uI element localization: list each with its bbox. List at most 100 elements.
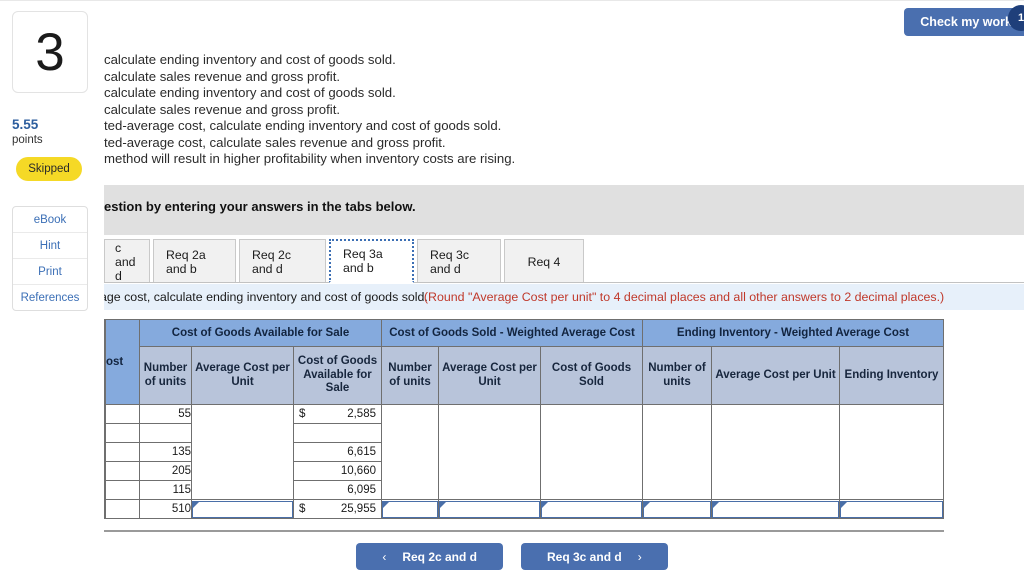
input-cell-avg-cost-total[interactable] — [191, 499, 294, 519]
cell-cogafs: 6,095 — [293, 480, 382, 500]
cell-cogafs: 6,615 — [293, 442, 382, 462]
table-sub-header-row: Number of units Average Cost per Unit Co… — [106, 346, 944, 405]
requirement-list: calculate ending inventory and cost of g… — [104, 52, 904, 168]
cogs-units-input[interactable] — [382, 500, 438, 518]
subheader-average-cost-per-unit-1: Average Cost per Unit — [191, 346, 294, 405]
tab-req-3a-and-b[interactable]: Req 3a and b — [329, 239, 414, 283]
cell-cogafs-value: 6,615 — [347, 446, 376, 458]
input-cell-ei-total[interactable] — [839, 499, 944, 519]
status-badge: Skipped — [16, 157, 82, 181]
tool-ebook[interactable]: eBook — [13, 207, 87, 233]
cell-avg-cost — [191, 404, 294, 500]
avg-cost-input[interactable] — [192, 500, 293, 518]
input-cell-cogs-units[interactable] — [381, 499, 439, 519]
row-label-cell — [105, 480, 140, 500]
cell-units: 115 — [139, 480, 192, 500]
cell-cogafs — [293, 423, 382, 443]
row-label-cell — [105, 404, 140, 424]
cell-cogafs: $ 2,585 — [293, 404, 382, 424]
cell-units: 55 — [139, 404, 192, 424]
dollar-sign: $ — [299, 407, 306, 420]
cell-cogafs-value: 2,585 — [347, 408, 376, 420]
tab-label: Req 3c and d — [430, 247, 469, 276]
tab-req-3c-and-d[interactable]: Req 3c and d — [417, 239, 501, 283]
table-row: 55 $ 2,585 — [105, 404, 944, 500]
cell-units: 135 — [139, 442, 192, 462]
check-my-work-button[interactable]: Check my work 1 — [904, 5, 1024, 36]
table-bottom-shadow — [104, 530, 944, 532]
active-requirement-text: age cost, calculate ending inventory and… — [104, 290, 428, 304]
requirement-line: calculate sales revenue and gross profit… — [104, 101, 341, 117]
prev-tab-button[interactable]: ‹ Req 2c and d — [356, 543, 503, 570]
top-divider — [0, 0, 1024, 1]
question-number: 3 — [35, 22, 65, 82]
input-cell-ei-units[interactable] — [642, 499, 712, 519]
total-units: 510 — [139, 499, 192, 519]
tool-hint[interactable]: Hint — [13, 233, 87, 259]
chevron-left-icon: ‹ — [382, 549, 387, 564]
cell-ei-units — [642, 404, 712, 500]
subheader-number-of-units-3: Number of units — [642, 346, 712, 405]
prev-tab-label: Req 2c and d — [402, 549, 477, 564]
group-header-ending-inventory: Ending Inventory - Weighted Average Cost — [642, 319, 944, 347]
cell-ei-total — [839, 404, 944, 500]
check-my-work-label: Check my work — [920, 15, 1012, 29]
table-group-header-row: ost Cost of Goods Available for Sale Cos… — [105, 319, 944, 405]
tab-strip: c and d Req 2a and b Req 2c and d Req 3a… — [104, 239, 587, 283]
requirement-line: calculate ending inventory and cost of g… — [104, 52, 396, 67]
points-value: 5.55 — [12, 117, 39, 132]
table-corner-header: ost — [105, 319, 140, 405]
cell-ei-avg — [711, 404, 840, 500]
cell-units — [139, 423, 192, 443]
cell-cogafs: 10,660 — [293, 461, 382, 481]
cell-cogs-units — [381, 404, 439, 500]
question-number-box: 3 — [12, 11, 88, 93]
requirement-line: calculate sales revenue and gross profit… — [104, 68, 341, 84]
cell-cogafs-value: 6,095 — [347, 484, 376, 496]
rounding-hint: (Round "Average Cost per unit" to 4 deci… — [423, 290, 945, 304]
requirement-line: ted-average cost, calculate sales revenu… — [104, 134, 446, 150]
tab-label: Req 2c and d — [252, 247, 291, 276]
tool-hint-label: Hint — [39, 239, 61, 252]
group-header-cogafs: Cost of Goods Available for Sale — [139, 319, 382, 347]
requirement-line: method will result in higher profitabili… — [104, 151, 516, 166]
row-label-cell — [105, 461, 140, 481]
chevron-right-icon: › — [637, 549, 642, 564]
input-cell-cogs-total[interactable] — [540, 499, 643, 519]
input-cell-ei-avg[interactable] — [711, 499, 840, 519]
status-badge-label: Skipped — [28, 163, 70, 175]
answer-table: ost Cost of Goods Available for Sale Cos… — [105, 319, 944, 519]
cell-cogafs-value: 10,660 — [340, 465, 376, 477]
cogs-avg-input[interactable] — [439, 500, 540, 518]
subheader-ending-inventory: Ending Inventory — [839, 346, 944, 405]
tool-references[interactable]: References — [13, 285, 87, 310]
tab-req-4[interactable]: Req 4 — [504, 239, 584, 283]
row-label-cell — [105, 442, 140, 462]
row-label-cell — [105, 423, 140, 443]
tool-print[interactable]: Print — [13, 259, 87, 285]
next-tab-button[interactable]: Req 3c and d › — [521, 543, 668, 570]
subheader-cost-of-goods-sold: Cost of Goods Sold — [540, 346, 643, 405]
tab-req-2a-and-b[interactable]: Req 2a and b — [153, 239, 236, 283]
ei-total-input[interactable] — [840, 500, 943, 518]
tab-label: Req 3a and b — [343, 247, 383, 275]
table-total-row: 510 $ 25,955 — [105, 499, 944, 519]
cell-cogs-avg — [438, 404, 541, 500]
points-label: points — [12, 134, 43, 146]
pager-nav: ‹ Req 2c and d Req 3c and d › — [0, 543, 1024, 570]
cogs-total-input[interactable] — [541, 500, 642, 518]
next-tab-label: Req 3c and d — [547, 549, 622, 564]
input-cell-cogs-avg[interactable] — [438, 499, 541, 519]
group-header-cogs: Cost of Goods Sold - Weighted Average Co… — [381, 319, 643, 347]
tab-req-2c-and-d[interactable]: Req 2c and d — [239, 239, 326, 283]
subheader-average-cost-per-unit-2: Average Cost per Unit — [438, 346, 541, 405]
requirement-line: calculate ending inventory and cost of g… — [104, 85, 396, 100]
tools-panel: eBook Hint Print References — [12, 206, 88, 311]
ei-avg-input[interactable] — [712, 500, 839, 518]
instruction-bar: estion by entering your answers in the t… — [104, 185, 1024, 235]
tool-references-label: References — [20, 291, 80, 304]
answer-table-wrapper: ost Cost of Goods Available for Sale Cos… — [104, 319, 945, 519]
total-cogafs: $ 25,955 — [293, 499, 382, 519]
tab-req-1c-and-d[interactable]: c and d — [104, 239, 150, 283]
ei-units-input[interactable] — [643, 500, 711, 518]
